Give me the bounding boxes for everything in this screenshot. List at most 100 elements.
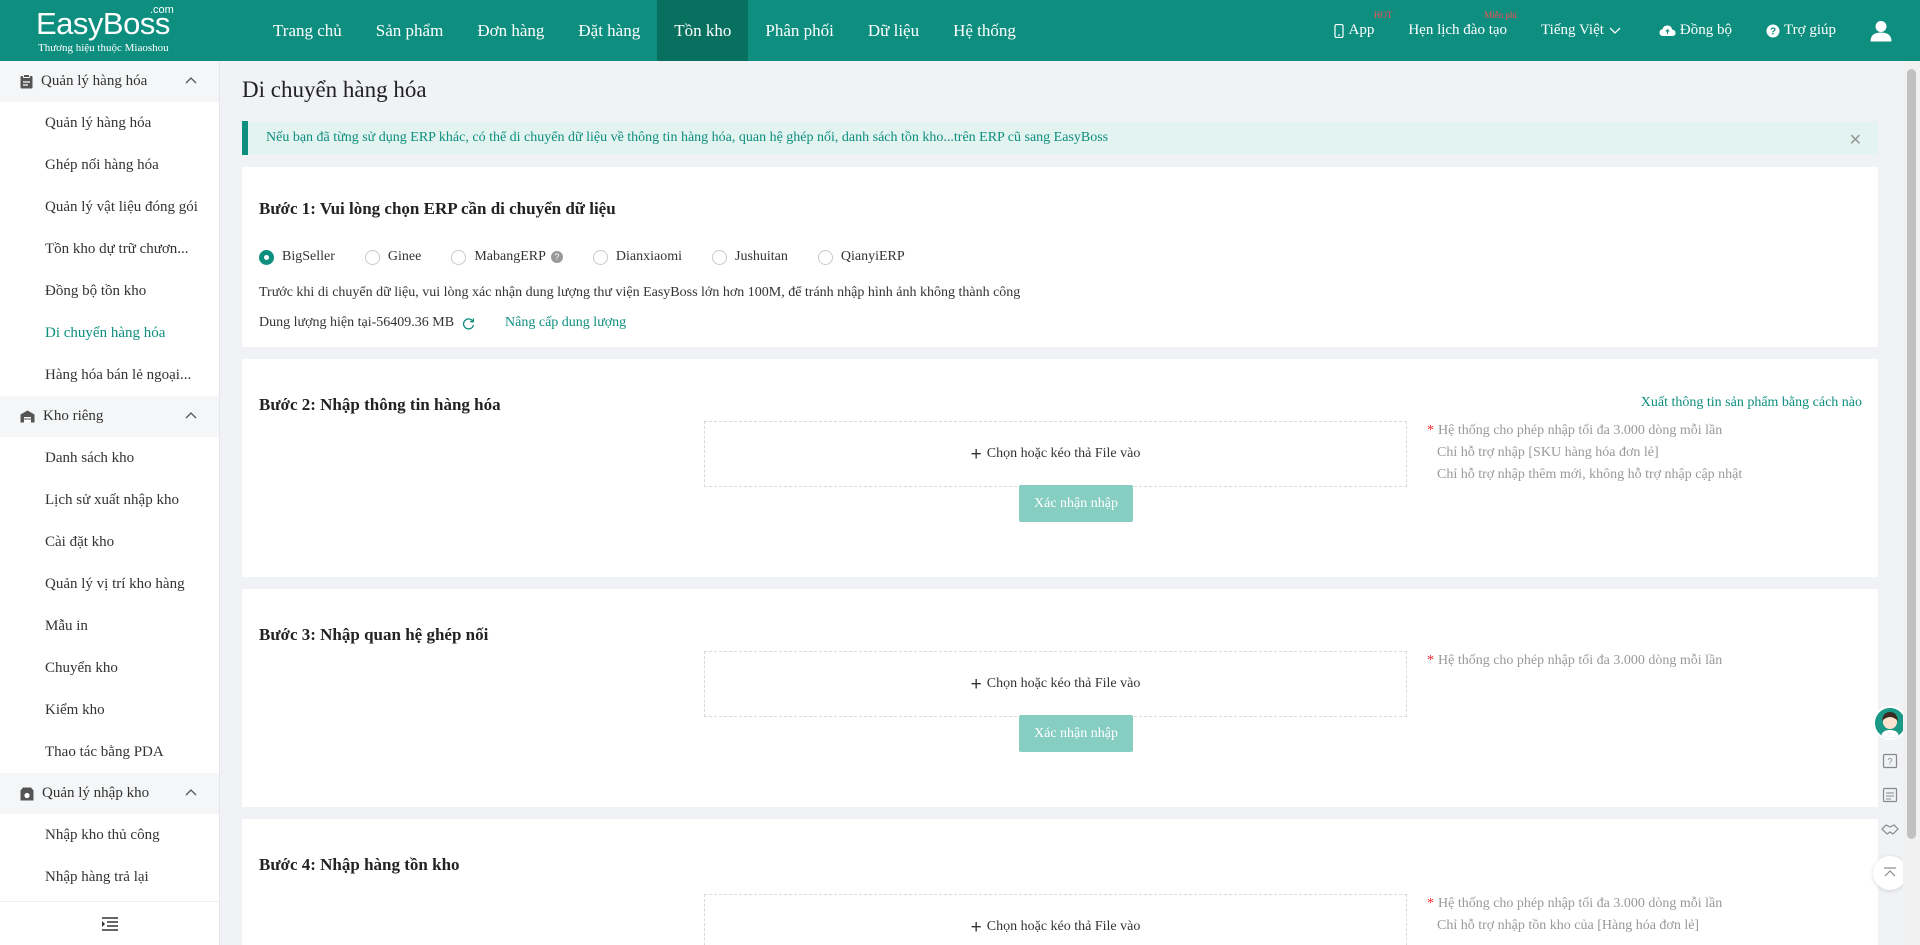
radio-qianyierp[interactable]: QianyiERP	[817, 249, 905, 265]
nav-home[interactable]: Trang chủ	[256, 0, 359, 61]
sidebar-item-manual-inbound[interactable]: Nhập kho thủ công	[0, 814, 219, 856]
phone-icon	[1334, 23, 1345, 38]
dropzone-label: Chọn hoặc kéo thả File vào	[986, 676, 1141, 691]
language-label: Tiếng Việt	[1541, 22, 1604, 38]
sidebar-item-external-retail[interactable]: Hàng hóa bán lẻ ngoại...	[0, 354, 219, 396]
nav-purchase[interactable]: Đặt hàng	[561, 0, 657, 61]
language-selector[interactable]: Tiếng Việt	[1541, 22, 1625, 39]
step3-hints: * Hệ thống cho phép nhập tối đa 3.000 dòn…	[1427, 650, 1722, 672]
nav-data[interactable]: Dữ liệu	[851, 0, 936, 61]
nav-inventory[interactable]: Tồn kho	[657, 0, 749, 61]
svg-text:?: ?	[1770, 26, 1776, 37]
sidebar-item-inout-history[interactable]: Lịch sử xuất nhập kho	[0, 479, 219, 521]
hint-text: Hệ thống cho phép nhập tối đa 3.000 dòng…	[1438, 653, 1723, 668]
chevron-up-icon	[185, 789, 197, 796]
step1-title: Bước 1: Vui lòng chọn ERP cần di chuyển …	[259, 199, 616, 218]
sidebar-item-reserved-stock[interactable]: Tồn kho dự trữ chươn...	[0, 228, 219, 270]
radio-ginee[interactable]: Ginee	[364, 249, 422, 265]
step2-card: Bước 2: Nhập thông tin hàng hóa Xuất thô…	[242, 359, 1878, 577]
hint-text: Hệ thống cho phép nhập tối đa 3.000 dòng…	[1438, 423, 1723, 438]
help-button[interactable]: ? Trợ giúp	[1766, 22, 1836, 39]
sidebar-item-transfer[interactable]: Chuyển kho	[0, 647, 219, 689]
notice-text: Nếu bạn đã từng sử dụng ERP khác, có thể…	[266, 130, 1109, 145]
sidebar-item-returns-inbound[interactable]: Nhập hàng trả lại	[0, 856, 219, 898]
stock-file-dropzone[interactable]: + Chọn hoặc kéo thả File vào	[704, 894, 1407, 945]
step3-title: Bước 3: Nhập quan hệ ghép nối	[259, 625, 489, 644]
nav-orders[interactable]: Đơn hàng	[460, 0, 561, 61]
radio-circle	[592, 249, 608, 265]
required-mark: *	[1427, 423, 1434, 438]
page-scrollbar[interactable]	[1903, 61, 1920, 945]
question-circle-icon: ?	[1766, 24, 1780, 37]
radio-label: BigSeller	[282, 249, 335, 264]
arrow-up-icon	[1884, 867, 1896, 877]
info-notice: Nếu bạn đã từng sử dụng ERP khác, có thể…	[242, 121, 1878, 155]
nav-products[interactable]: Sản phẩm	[359, 0, 461, 61]
sidebar-group-inbound-management[interactable]: Quản lý nhập kho	[0, 773, 219, 814]
mapping-file-dropzone[interactable]: + Chọn hoặc kéo thả File vào	[704, 651, 1407, 717]
chevron-down-icon	[1609, 27, 1621, 34]
upgrade-capacity-link[interactable]: Nâng cấp dung lượng	[505, 315, 626, 331]
scrollbar-thumb[interactable]	[1907, 69, 1916, 839]
sidebar-item-product-migration[interactable]: Di chuyển hàng hóa	[0, 312, 219, 354]
sidebar-item-product-mapping[interactable]: Ghép nối hàng hóa	[0, 144, 219, 186]
sidebar-item-warehouse-list[interactable]: Danh sách kho	[0, 437, 219, 479]
sidebar-group-label: Kho riêng	[43, 408, 104, 424]
sidebar-item-location-management[interactable]: Quản lý vị trí kho hàng	[0, 563, 219, 605]
app-link[interactable]: App HOT	[1334, 10, 1392, 39]
top-right-nav: App HOT Hẹn lịch đào tạo Miễn phí Tiếng …	[1334, 0, 1920, 61]
sidebar-group-label: Quản lý hàng hóa	[41, 73, 148, 89]
question-icon[interactable]: ?	[550, 251, 563, 263]
sync-button[interactable]: Đồng bộ	[1659, 22, 1732, 39]
training-link[interactable]: Hẹn lịch đào tạo Miễn phí	[1408, 10, 1517, 39]
radio-bigseller[interactable]: BigSeller	[259, 249, 335, 265]
easyboss-logo[interactable]: EasyBoss .com Thương hiệu thuộc Miaoshou	[36, 4, 206, 58]
handshake-icon[interactable]	[1873, 812, 1907, 846]
sidebar-collapse-button[interactable]	[0, 901, 219, 945]
close-icon[interactable]: ✕	[1849, 130, 1862, 150]
hint-text: Chỉ hỗ trợ nhập thêm mới, không hỗ trợ n…	[1437, 467, 1743, 482]
support-agent-icon	[1875, 708, 1905, 738]
sidebar-item-warehouse-settings[interactable]: Cài đặt kho	[0, 521, 219, 563]
chevron-up-icon	[185, 412, 197, 419]
product-file-dropzone[interactable]: + Chọn hoặc kéo thả File vào	[704, 421, 1407, 487]
radio-circle	[259, 249, 274, 265]
step4-title: Bước 4: Nhập hàng tồn kho	[259, 855, 460, 874]
sidebar-item-product-management[interactable]: Quản lý hàng hóa	[0, 102, 219, 144]
export-guide-link[interactable]: Xuất thông tin sản phẩm bằng cách nào	[1641, 395, 1862, 411]
step1-card: Bước 1: Vui lòng chọn ERP cần di chuyển …	[242, 167, 1878, 347]
step2-hints: * Hệ thống cho phép nhập tối đa 3.000 dòn…	[1427, 420, 1742, 486]
nav-system[interactable]: Hệ thống	[936, 0, 1033, 61]
sidebar-item-pda[interactable]: Thao tác bằng PDA	[0, 731, 219, 773]
required-mark: *	[1427, 653, 1434, 668]
sidebar-group-product-management[interactable]: Quản lý hàng hóa	[0, 61, 219, 102]
sidebar-item-stock-sync[interactable]: Đồng bộ tồn kho	[0, 270, 219, 312]
confirm-import-button[interactable]: Xác nhận nhập	[1019, 485, 1133, 522]
sidebar-item-print-templates[interactable]: Mẫu in	[0, 605, 219, 647]
support-avatar[interactable]	[1873, 706, 1907, 740]
sidebar-group-private-warehouse[interactable]: Kho riêng	[0, 396, 219, 437]
capacity-row: Dung lượng hiện tại-56409.36 MB Nâng cấp…	[259, 315, 626, 331]
radio-label: QianyiERP	[840, 249, 905, 264]
radio-label: Jushuitan	[735, 249, 788, 264]
nav-distribution[interactable]: Phân phối	[748, 0, 850, 61]
back-to-top-button[interactable]	[1873, 856, 1907, 890]
radio-label: Ginee	[387, 249, 422, 264]
user-menu[interactable]	[1870, 20, 1896, 42]
notes-icon[interactable]	[1873, 778, 1907, 812]
radio-jushuitan[interactable]: Jushuitan	[712, 249, 788, 265]
confirm-import-button[interactable]: Xác nhận nhập	[1019, 715, 1133, 752]
inbound-box-icon	[20, 787, 34, 800]
radio-dianxiaomi[interactable]: Dianxiaomi	[592, 249, 682, 265]
sidebar-item-stocktake[interactable]: Kiểm kho	[0, 689, 219, 731]
sync-label: Đồng bộ	[1679, 22, 1733, 38]
sidebar-group-label: Quản lý nhập kho	[42, 785, 150, 801]
top-navigation-bar: EasyBoss .com Thương hiệu thuộc Miaoshou…	[0, 0, 1920, 61]
dropzone-label: Chọn hoặc kéo thả File vào	[986, 919, 1141, 934]
sidebar-item-packaging-materials[interactable]: Quản lý vật liệu đóng gói	[0, 186, 219, 228]
sidebar-menu: Quản lý hàng hóa Quản lý hàng hóa Ghép n…	[0, 61, 219, 901]
plus-icon: +	[970, 443, 982, 465]
faq-icon[interactable]: ?	[1873, 744, 1907, 778]
radio-mabangerp[interactable]: MabangERP?	[451, 249, 563, 265]
refresh-icon[interactable]	[462, 317, 475, 330]
